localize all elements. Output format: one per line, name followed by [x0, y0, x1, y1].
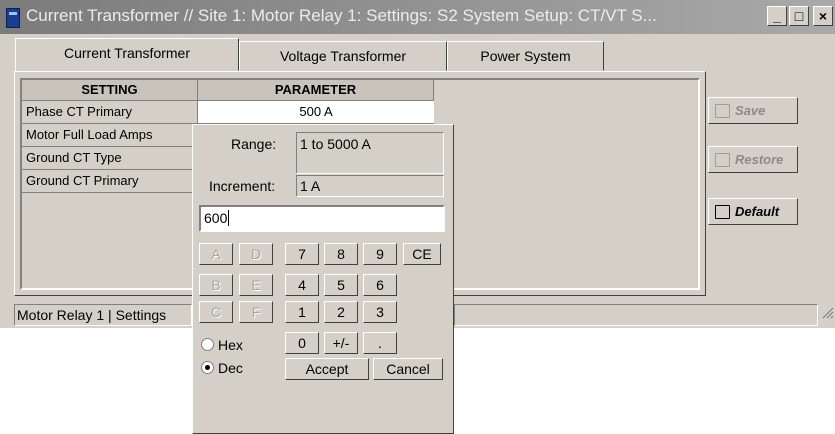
status-device-text: Motor Relay 1 — [17, 307, 105, 323]
radio-hex-label: Hex — [218, 337, 243, 353]
value-entry-text: 600 — [204, 210, 228, 226]
key-4[interactable]: 4 — [285, 274, 319, 296]
column-header-parameter: PARAMETER — [198, 80, 434, 101]
key-decimal[interactable]: . — [363, 332, 397, 354]
key-f[interactable]: F — [239, 301, 273, 323]
radio-dec-label: Dec — [218, 360, 243, 376]
cancel-button[interactable]: Cancel — [373, 358, 443, 380]
key-b[interactable]: B — [199, 274, 233, 296]
setting-ground-ct-type: Ground CT Type — [22, 147, 198, 170]
numeric-keypad-popup: Range: 1 to 5000 A Increment: 1 A 600 A … — [192, 124, 454, 434]
restore-icon — [715, 153, 730, 167]
radio-hex[interactable]: Hex — [201, 337, 243, 353]
column-header-setting: SETTING — [22, 80, 198, 101]
text-cursor — [228, 210, 230, 226]
window-title: Current Transformer // Site 1: Motor Rel… — [26, 6, 657, 25]
key-plus-minus[interactable]: +/- — [324, 332, 358, 354]
key-clear-entry[interactable]: CE — [403, 243, 441, 265]
key-5[interactable]: 5 — [324, 274, 358, 296]
setting-motor-full-load-amps: Motor Full Load Amps — [22, 124, 198, 147]
tab-power-system[interactable]: Power System — [447, 41, 604, 71]
app-icon — [6, 8, 20, 28]
resize-grip-icon[interactable] — [818, 304, 834, 326]
key-8[interactable]: 8 — [324, 243, 358, 265]
key-1[interactable]: 1 — [285, 301, 319, 323]
title-bar[interactable]: Current Transformer // Site 1: Motor Rel… — [0, 0, 835, 34]
value-entry-field[interactable]: 600 — [199, 205, 445, 232]
range-label: Range: — [231, 136, 277, 152]
save-icon — [715, 104, 730, 118]
accept-button[interactable]: Accept — [285, 358, 369, 380]
key-d[interactable]: D — [239, 243, 273, 265]
key-2[interactable]: 2 — [324, 301, 358, 323]
tab-voltage-transformer[interactable]: Voltage Transformer — [239, 41, 447, 71]
setting-phase-ct-primary: Phase CT Primary — [22, 101, 198, 124]
status-device: Motor Relay 1 | Settings — [14, 304, 192, 326]
key-3[interactable]: 3 — [363, 301, 397, 323]
range-value: 1 to 5000 A — [296, 132, 444, 174]
radio-hex-dot — [201, 338, 214, 351]
key-6[interactable]: 6 — [363, 274, 397, 296]
key-9[interactable]: 9 — [363, 243, 397, 265]
increment-value: 1 A — [296, 175, 444, 197]
status-section-text: Settings — [115, 307, 167, 323]
save-label: Save — [735, 103, 766, 118]
key-7[interactable]: 7 — [285, 243, 319, 265]
close-button[interactable]: × — [813, 6, 833, 26]
status-field — [454, 304, 818, 326]
default-label: Default — [735, 204, 780, 219]
setting-ground-ct-primary: Ground CT Primary — [22, 170, 198, 193]
default-icon — [715, 205, 730, 219]
maximize-button[interactable]: □ — [789, 6, 809, 26]
radio-dec[interactable]: Dec — [201, 360, 243, 376]
save-button[interactable]: Save — [708, 97, 798, 124]
key-0[interactable]: 0 — [285, 332, 319, 354]
radio-dec-dot — [201, 361, 214, 374]
default-button[interactable]: Default — [708, 198, 798, 225]
tab-current-transformer[interactable]: Current Transformer — [15, 38, 239, 71]
parameter-phase-ct-primary[interactable]: 500 A — [198, 101, 434, 124]
restore-button[interactable]: Restore — [708, 146, 798, 173]
restore-label: Restore — [735, 152, 784, 167]
increment-label: Increment: — [209, 178, 276, 194]
minimize-button[interactable]: _ — [767, 6, 787, 26]
key-c[interactable]: C — [199, 301, 233, 323]
key-a[interactable]: A — [199, 243, 233, 265]
grip-glyph — [822, 307, 834, 319]
key-e[interactable]: E — [239, 274, 273, 296]
